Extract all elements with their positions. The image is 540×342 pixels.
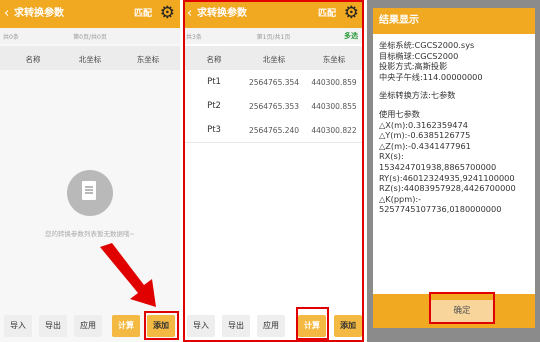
result-line: 目标椭球:CGCS2000 xyxy=(379,50,459,61)
result-line: △X(m):0.3162359474 xyxy=(379,119,468,130)
column-header-name: 名称 xyxy=(206,55,222,64)
apply-button[interactable]: 应用 xyxy=(74,315,102,337)
table-row[interactable]: Pt3 2564765.240 440300.822 xyxy=(183,118,364,143)
column-header-north: 北坐标 xyxy=(78,55,102,64)
add-button[interactable]: 添加 xyxy=(147,315,175,337)
result-line: △Y(m):-0.6385126775 xyxy=(379,130,471,141)
result-line: △Z(m):-0.4341477961 xyxy=(379,140,471,151)
screen-point-list: ‹ 求转换参数 匹配 ⚙ 共3条 第1页/共1页 多选 名称 北坐标 东坐标 P… xyxy=(183,0,364,342)
cell-name: Pt1 xyxy=(207,77,221,87)
result-text: 坐标系统:CGCS2000.sys 目标椭球:CGCS2000 投影方式:高斯投… xyxy=(379,40,531,215)
result-line: 坐标系统:CGCS2000.sys xyxy=(379,40,475,50)
result-line: RY(s):46012324935,9241100000 xyxy=(379,172,515,183)
gear-icon[interactable]: ⚙ xyxy=(344,3,359,23)
match-button[interactable]: 匹配 xyxy=(318,7,336,21)
result-line: △K(ppm):- xyxy=(379,193,422,204)
result-dialog: 结果显示 坐标系统:CGCS2000.sys 目标椭球:CGCS2000 投影方… xyxy=(373,8,535,328)
apply-button[interactable]: 应用 xyxy=(257,315,285,337)
title-bar: ‹ 求转换参数 匹配 ⚙ xyxy=(0,0,180,28)
calculate-button[interactable]: 计算 xyxy=(112,315,140,337)
page-indicator: 第1页/共1页 xyxy=(256,34,291,41)
dialog-footer: 确定 xyxy=(373,294,535,328)
list-info-bar: 共0条 第0页/共0页 xyxy=(0,28,180,44)
title-bar: ‹ 求转换参数 匹配 ⚙ xyxy=(183,0,364,28)
import-button[interactable]: 导入 xyxy=(187,315,215,337)
result-line: 5257745107736,0180000000 xyxy=(379,204,502,215)
column-header-east: 东坐标 xyxy=(136,55,160,64)
match-button[interactable]: 匹配 xyxy=(134,7,152,21)
bottom-toolbar: 导入 导出 应用 计算 添加 xyxy=(183,312,364,342)
result-line: RZ(s):44083957928,4426700000 xyxy=(379,183,516,194)
column-header-north: 北坐标 xyxy=(262,55,286,64)
calculate-button[interactable]: 计算 xyxy=(298,315,326,337)
import-button[interactable]: 导入 xyxy=(4,315,32,337)
result-method: 坐标转换方法:七参数 xyxy=(379,90,456,101)
page-indicator: 第0页/共0页 xyxy=(73,34,107,41)
table-row[interactable]: Pt1 2564765.354 440300.859 xyxy=(183,70,364,95)
cell-east: 440300.855 xyxy=(311,102,357,111)
cell-north: 2564765.354 xyxy=(248,78,300,87)
column-header-name: 名称 xyxy=(25,55,41,64)
table-header: 名称 北坐标 东坐标 xyxy=(183,46,364,70)
result-line: 153424701938,8865700000 xyxy=(379,161,497,172)
result-line: 中央子午线:114.00000000 xyxy=(379,71,483,82)
result-line: 使用七参数 xyxy=(379,108,420,119)
back-icon[interactable]: ‹ xyxy=(4,5,9,22)
add-button[interactable]: 添加 xyxy=(334,315,362,337)
back-icon[interactable]: ‹ xyxy=(187,5,192,22)
list-info-bar: 共3条 第1页/共1页 多选 xyxy=(183,28,364,44)
table-row[interactable]: Pt2 2564765.353 440300.855 xyxy=(183,94,364,119)
cell-east: 440300.859 xyxy=(311,78,357,87)
page-title: 求转换参数 xyxy=(197,8,247,19)
result-line: RX(s): xyxy=(379,151,404,162)
result-line: 投影方式:高斯投影 xyxy=(379,61,448,72)
export-button[interactable]: 导出 xyxy=(39,315,67,337)
cell-north: 2564765.353 xyxy=(248,102,300,111)
gear-icon[interactable]: ⚙ xyxy=(160,3,175,23)
red-arrow-annotation xyxy=(100,243,156,307)
screen-empty-list: ‹ 求转换参数 匹配 ⚙ 共0条 第0页/共0页 名称 北坐标 东坐标 您的转换… xyxy=(0,0,180,342)
ok-button[interactable]: 确定 xyxy=(431,300,493,322)
column-header-east: 东坐标 xyxy=(322,55,346,64)
empty-document-icon xyxy=(67,170,113,216)
bottom-toolbar: 导入 导出 应用 计算 添加 xyxy=(0,312,180,342)
export-button[interactable]: 导出 xyxy=(222,315,250,337)
cell-north: 2564765.240 xyxy=(248,126,300,135)
dialog-title: 结果显示 xyxy=(373,8,535,34)
cell-name: Pt2 xyxy=(207,101,221,111)
multi-select-link[interactable]: 多选 xyxy=(344,31,358,41)
cell-east: 440300.822 xyxy=(311,126,357,135)
page-title: 求转换参数 xyxy=(14,8,64,19)
screen-result-dialog: 结果显示 坐标系统:CGCS2000.sys 目标椭球:CGCS2000 投影方… xyxy=(367,0,540,342)
empty-state-text: 您的转换参数列表暂无数据哦~ xyxy=(45,230,135,238)
table-header: 名称 北坐标 东坐标 xyxy=(0,46,180,70)
cell-name: Pt3 xyxy=(207,125,221,135)
